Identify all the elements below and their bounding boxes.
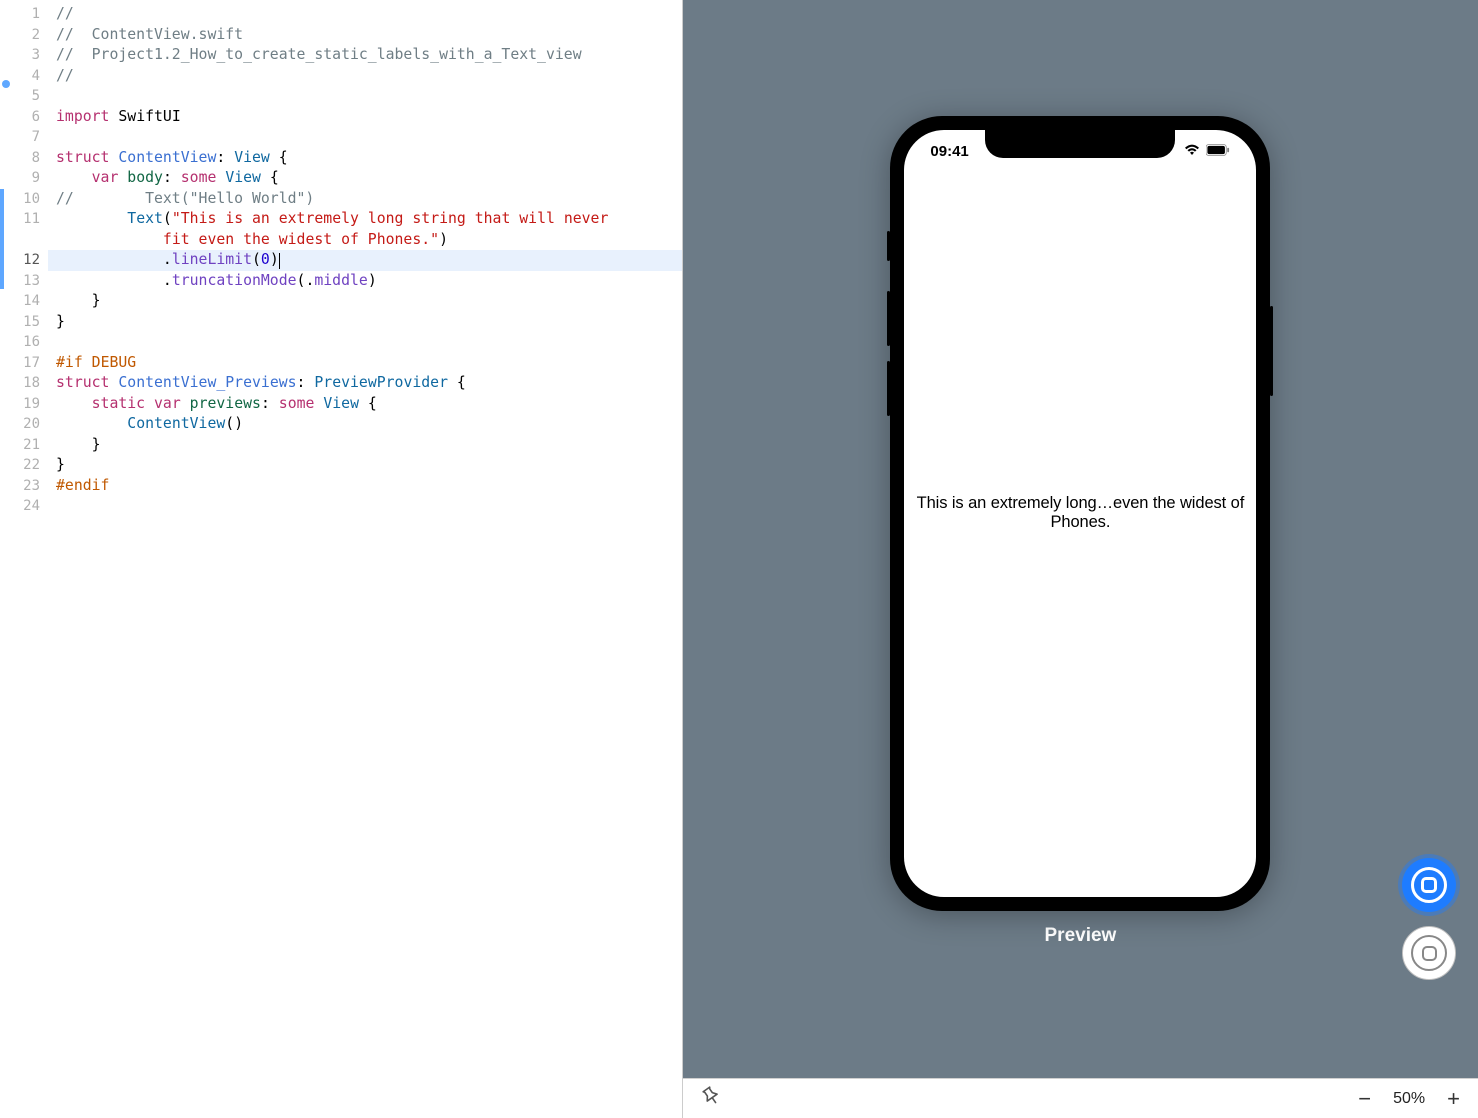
line-number: 3 xyxy=(0,45,48,66)
phone-power-button xyxy=(1270,306,1273,396)
line-number: 17 xyxy=(0,353,48,374)
change-indicator xyxy=(0,189,4,289)
line-number: 11 xyxy=(0,209,48,230)
code-line[interactable] xyxy=(48,332,682,353)
screen-content: This is an extremely long…even the wides… xyxy=(904,130,1256,897)
code-area[interactable]: //// ContentView.swift// Project1.2_How_… xyxy=(48,0,682,1118)
pin-icon[interactable] xyxy=(701,1086,721,1111)
phone-volume-down xyxy=(887,361,890,416)
preview-label: Preview xyxy=(1045,925,1117,947)
preview-pane: 09:41 This is an extremely long…even the… xyxy=(683,0,1478,1118)
line-number xyxy=(0,230,48,251)
status-icons xyxy=(1184,143,1230,160)
line-number: 12 xyxy=(0,250,48,271)
code-line[interactable]: } xyxy=(48,291,682,312)
line-number: 14 xyxy=(0,291,48,312)
device-frame: 09:41 This is an extremely long…even the… xyxy=(890,116,1270,911)
code-line[interactable]: fit even the widest of Phones.") xyxy=(48,230,682,251)
line-number: 21 xyxy=(0,435,48,456)
code-line[interactable]: struct ContentView_Previews: PreviewProv… xyxy=(48,373,682,394)
preview-canvas[interactable]: 09:41 This is an extremely long…even the… xyxy=(683,0,1478,1078)
zoom-controls: − 50% + xyxy=(1358,1086,1460,1112)
code-line[interactable]: import SwiftUI xyxy=(48,107,682,128)
line-number: 15 xyxy=(0,312,48,333)
code-line[interactable] xyxy=(48,86,682,107)
line-number: 13 xyxy=(0,271,48,292)
preview-bottom-bar: − 50% + xyxy=(683,1078,1478,1118)
line-number: 2 xyxy=(0,25,48,46)
code-line[interactable]: Text("This is an extremely long string t… xyxy=(48,209,682,230)
zoom-out-button[interactable]: − xyxy=(1358,1086,1371,1112)
code-line[interactable]: static var previews: some View { xyxy=(48,394,682,415)
code-line[interactable] xyxy=(48,496,682,517)
code-line[interactable] xyxy=(48,127,682,148)
zoom-in-button[interactable]: + xyxy=(1447,1086,1460,1112)
line-number: 16 xyxy=(0,332,48,353)
preview-mode-buttons xyxy=(1402,858,1456,980)
change-indicator xyxy=(2,80,10,88)
line-number: 18 xyxy=(0,373,48,394)
code-line[interactable]: // Project1.2_How_to_create_static_label… xyxy=(48,45,682,66)
zoom-value: 50% xyxy=(1393,1090,1425,1108)
code-line[interactable]: } xyxy=(48,435,682,456)
device-screen: 09:41 This is an extremely long…even the… xyxy=(904,130,1256,897)
line-number: 20 xyxy=(0,414,48,435)
battery-icon xyxy=(1206,143,1230,160)
live-preview-button[interactable] xyxy=(1402,858,1456,912)
line-number: 6 xyxy=(0,107,48,128)
code-line[interactable]: // xyxy=(48,66,682,87)
code-line[interactable]: // xyxy=(48,4,682,25)
code-line[interactable]: ContentView() xyxy=(48,414,682,435)
line-number: 19 xyxy=(0,394,48,415)
code-line[interactable]: } xyxy=(48,312,682,333)
code-line[interactable]: #if DEBUG xyxy=(48,353,682,374)
code-line[interactable]: // Text("Hello World") xyxy=(48,189,682,210)
line-number: 24 xyxy=(0,496,48,517)
line-number: 5 xyxy=(0,86,48,107)
status-time: 09:41 xyxy=(930,143,968,160)
line-number: 23 xyxy=(0,476,48,497)
phone-volume-up xyxy=(887,291,890,346)
code-line[interactable]: var body: some View { xyxy=(48,168,682,189)
code-line[interactable]: // ContentView.swift xyxy=(48,25,682,46)
wifi-icon xyxy=(1184,143,1200,160)
code-line[interactable]: #endif xyxy=(48,476,682,497)
line-number: 1 xyxy=(0,4,48,25)
code-line[interactable]: .truncationMode(.middle) xyxy=(48,271,682,292)
code-line[interactable]: .lineLimit(0) xyxy=(48,250,682,271)
code-line[interactable]: struct ContentView: View { xyxy=(48,148,682,169)
preview-text-label: This is an extremely long…even the wides… xyxy=(908,494,1252,532)
line-number: 10 xyxy=(0,189,48,210)
line-number: 9 xyxy=(0,168,48,189)
line-number: 7 xyxy=(0,127,48,148)
line-number: 22 xyxy=(0,455,48,476)
code-line[interactable]: } xyxy=(48,455,682,476)
line-number-gutter: 123456789101112131415161718192021222324 xyxy=(0,0,48,1118)
phone-mute-switch xyxy=(887,231,890,261)
selectable-preview-button[interactable] xyxy=(1402,926,1456,980)
device-notch xyxy=(985,130,1175,158)
code-editor-pane[interactable]: 123456789101112131415161718192021222324 … xyxy=(0,0,683,1118)
line-number: 8 xyxy=(0,148,48,169)
